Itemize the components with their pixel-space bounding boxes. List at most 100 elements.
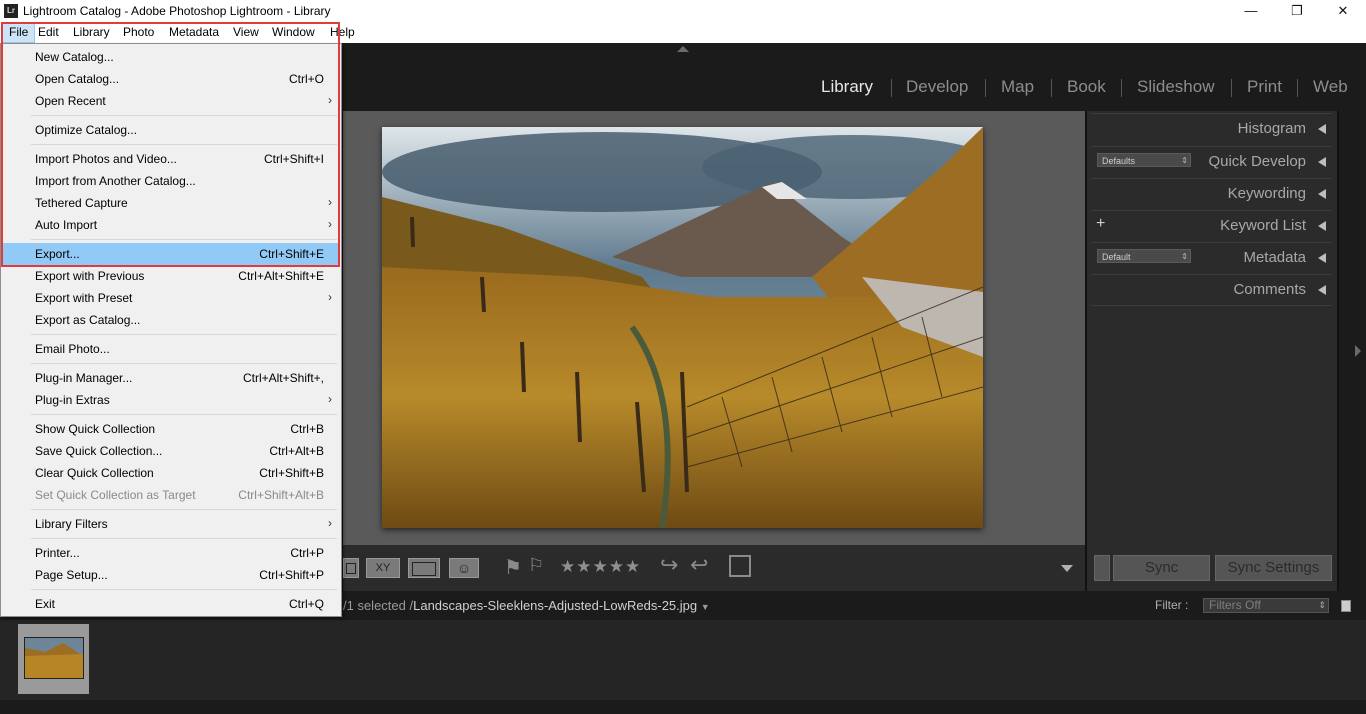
quick-develop-preset-select[interactable]: Defaults ⇕ [1097, 153, 1191, 167]
pick-flag-icon[interactable]: ⚑ [504, 555, 522, 580]
menu-item-label: New Catalog... [35, 50, 114, 64]
add-keyword-plus-icon[interactable]: + [1096, 215, 1105, 233]
menu-file[interactable]: File [2, 22, 36, 43]
menu-item-shortcut: Ctrl+Alt+Shift+, [242, 371, 324, 385]
menu-open-recent[interactable]: Open Recent › [2, 90, 340, 112]
submenu-arrow-icon: › [328, 93, 332, 107]
rotate-left-icon[interactable]: ↪ [660, 552, 678, 578]
menu-photo[interactable]: Photo [117, 22, 160, 43]
menu-plugin-manager[interactable]: Plug-in Manager... Ctrl+Alt+Shift+, [2, 367, 340, 389]
menu-clear-quick-collection[interactable]: Clear Quick Collection Ctrl+Shift+B [2, 462, 340, 484]
restore-button[interactable]: ❐ [1274, 0, 1320, 22]
compare-view-button[interactable]: XY [366, 558, 400, 578]
expand-triangle-icon [1318, 253, 1326, 263]
survey-view-button[interactable] [408, 558, 440, 578]
menu-export[interactable]: Export... Ctrl+Shift+E [2, 243, 340, 265]
menu-show-quick-collection[interactable]: Show Quick Collection Ctrl+B [2, 418, 340, 440]
module-library[interactable]: Library [821, 77, 873, 97]
menu-printer[interactable]: Printer... Ctrl+P [2, 542, 340, 564]
menu-separator [31, 115, 337, 116]
menu-item-label: Optimize Catalog... [35, 123, 138, 137]
menu-plugin-extras[interactable]: Plug-in Extras › [2, 389, 340, 411]
menu-view[interactable]: View [227, 22, 265, 43]
reject-flag-icon[interactable]: ⚐ [528, 555, 544, 576]
collapse-top-panel-icon[interactable] [677, 46, 689, 52]
module-develop[interactable]: Develop [906, 77, 968, 97]
keywording-panel-header[interactable]: Keywording [1091, 178, 1332, 207]
menu-item-label: Auto Import [35, 218, 98, 232]
menu-open-catalog[interactable]: Open Catalog... Ctrl+O [2, 68, 340, 90]
menu-separator [31, 144, 337, 145]
menu-metadata[interactable]: Metadata [163, 22, 225, 43]
selection-count: /1 selected / [343, 598, 414, 613]
module-slideshow[interactable]: Slideshow [1137, 77, 1215, 97]
submenu-arrow-icon: › [328, 392, 332, 406]
right-panel [1087, 111, 1337, 545]
module-book[interactable]: Book [1067, 77, 1106, 97]
module-map[interactable]: Map [1001, 77, 1034, 97]
menu-separator [31, 509, 337, 510]
people-view-button[interactable]: ☺ [449, 558, 479, 578]
menu-library[interactable]: Library [67, 22, 116, 43]
toolbar-content-dropdown-icon[interactable] [1061, 565, 1073, 572]
keyword-list-panel-header[interactable]: Keyword List [1091, 210, 1332, 239]
menu-new-catalog[interactable]: New Catalog... [2, 46, 340, 68]
loupe-view-button[interactable] [343, 558, 359, 578]
sync-button[interactable]: Sync [1113, 555, 1210, 581]
filter-switch-toggle[interactable] [1341, 600, 1351, 612]
menu-page-setup[interactable]: Page Setup... Ctrl+Shift+P [2, 564, 340, 586]
selection-info[interactable]: /1 selected /Landscapes-Sleeklens-Adjust… [343, 598, 710, 613]
menu-auto-import[interactable]: Auto Import › [2, 214, 340, 236]
menu-import-photos[interactable]: Import Photos and Video... Ctrl+Shift+I [2, 148, 340, 170]
menu-optimize-catalog[interactable]: Optimize Catalog... [2, 119, 340, 141]
main-photo[interactable] [382, 127, 983, 528]
module-print[interactable]: Print [1247, 77, 1282, 97]
close-button[interactable]: ✕ [1320, 0, 1366, 22]
menu-item-label: Open Recent [35, 94, 106, 108]
sync-settings-button[interactable]: Sync Settings [1215, 555, 1332, 581]
comments-panel-header[interactable]: Comments [1091, 274, 1332, 306]
module-web[interactable]: Web [1313, 77, 1348, 97]
menu-item-label: Page Setup... [35, 568, 108, 582]
metadata-preset-select[interactable]: Default ⇕ [1097, 249, 1191, 263]
menu-separator [31, 414, 337, 415]
menu-item-label: Import from Another Catalog... [35, 174, 196, 188]
filmstrip [0, 620, 1366, 700]
metadata-preset-value: Default [1102, 252, 1131, 262]
menu-export-with-preset[interactable]: Export with Preset › [2, 287, 340, 309]
filmstrip-thumbnail[interactable] [24, 637, 84, 679]
menu-tethered-capture[interactable]: Tethered Capture › [2, 192, 340, 214]
metadata-label: Metadata [1243, 249, 1306, 266]
menu-import-another-catalog[interactable]: Import from Another Catalog... [2, 170, 340, 192]
keywording-label: Keywording [1227, 185, 1306, 202]
menu-item-label: Exit [35, 597, 56, 611]
filter-label: Filter : [1155, 598, 1189, 612]
sync-toggle-switch[interactable] [1094, 555, 1110, 581]
menu-email-photo[interactable]: Email Photo... [2, 338, 340, 360]
rotate-right-icon[interactable]: ↩ [690, 552, 708, 578]
menu-item-shortcut: Ctrl+Shift+B [259, 466, 324, 480]
histogram-label: Histogram [1237, 120, 1306, 137]
crop-overlay-icon[interactable] [729, 555, 751, 577]
menu-edit[interactable]: Edit [32, 22, 65, 43]
collapse-right-panel-icon[interactable] [1355, 345, 1361, 357]
menu-library-filters[interactable]: Library Filters › [2, 513, 340, 535]
menu-item-label: Show Quick Collection [35, 422, 156, 436]
menu-export-with-previous[interactable]: Export with Previous Ctrl+Alt+Shift+E [2, 265, 340, 287]
menu-save-quick-collection[interactable]: Save Quick Collection... Ctrl+Alt+B [2, 440, 340, 462]
menu-window[interactable]: Window [266, 22, 321, 43]
title-bar: Lr Lightroom Catalog - Adobe Photoshop L… [0, 0, 1366, 22]
menu-item-label: Plug-in Extras [35, 393, 110, 407]
minimize-button[interactable]: — [1228, 0, 1274, 22]
file-menu: New Catalog... Open Catalog... Ctrl+O Op… [0, 43, 342, 617]
menu-exit[interactable]: Exit Ctrl+Q [2, 593, 340, 615]
menu-help[interactable]: Help [324, 22, 361, 43]
star-rating[interactable]: ★★★★★ [560, 557, 641, 577]
menu-item-label: Clear Quick Collection [35, 466, 154, 480]
filter-preset-select[interactable]: Filters Off ⇕ [1203, 598, 1329, 613]
window-title: Lightroom Catalog - Adobe Photoshop Ligh… [23, 4, 331, 18]
histogram-panel-header[interactable]: Histogram [1091, 113, 1332, 142]
face-icon: ☺ [456, 560, 472, 576]
menu-separator [31, 239, 337, 240]
menu-export-as-catalog[interactable]: Export as Catalog... [2, 309, 340, 331]
